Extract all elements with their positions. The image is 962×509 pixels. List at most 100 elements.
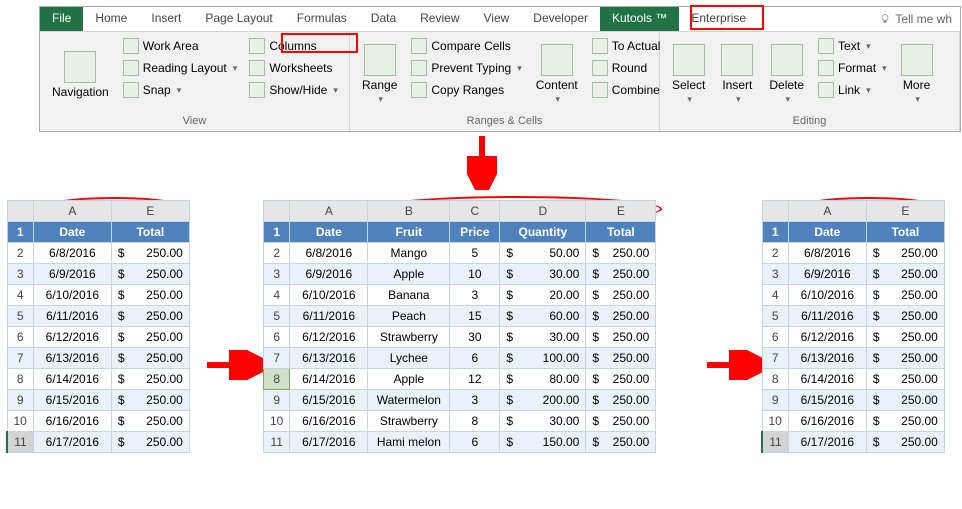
cell-total[interactable]: $250.00 [111,348,189,369]
cell-date[interactable]: 6/15/2016 [788,390,866,411]
row-header[interactable]: 1 [264,222,290,243]
round-button[interactable]: Round [588,58,665,78]
cell-total[interactable]: $250.00 [866,411,944,432]
row-header[interactable]: 5 [7,306,33,327]
cell-date[interactable]: 6/12/2016 [290,327,368,348]
cell-date[interactable]: 6/10/2016 [788,285,866,306]
row-header[interactable]: 10 [264,411,290,432]
snap-button[interactable]: Snap▾ [119,80,242,100]
cell-fruit[interactable]: Strawberry [368,411,450,432]
cell-date[interactable]: 6/14/2016 [788,369,866,390]
col-header-e[interactable]: E [586,201,656,222]
worksheets-button[interactable]: Worksheets [245,58,342,78]
col-header-e[interactable]: E [111,201,189,222]
cell-price[interactable]: 8 [450,411,500,432]
cell-qty[interactable]: $20.00 [500,285,586,306]
cell-date[interactable]: 6/13/2016 [290,348,368,369]
row-header[interactable]: 11 [762,432,788,453]
delete-button[interactable]: Delete▾ [763,36,810,113]
col-header-b[interactable]: B [368,201,450,222]
cell-date[interactable]: 6/8/2016 [788,243,866,264]
cell-date[interactable]: 6/9/2016 [33,264,111,285]
cell-total[interactable]: $250.00 [586,327,656,348]
row-header[interactable]: 8 [762,369,788,390]
col-header-c[interactable]: C [450,201,500,222]
select-all[interactable] [264,201,290,222]
prevent-typing-button[interactable]: Prevent Typing▾ [407,58,525,78]
cell-qty[interactable]: $50.00 [500,243,586,264]
row-header[interactable]: 3 [762,264,788,285]
content-button[interactable]: Content▾ [530,36,584,113]
row-header[interactable]: 11 [7,432,33,453]
to-actual-button[interactable]: To Actual [588,36,665,56]
cell-total[interactable]: $250.00 [111,264,189,285]
cell-total[interactable]: $250.00 [111,390,189,411]
cell-price[interactable]: 30 [450,327,500,348]
cell-date[interactable]: 6/8/2016 [290,243,368,264]
tab-data[interactable]: Data [359,7,408,31]
cell-qty[interactable]: $30.00 [500,411,586,432]
insert-button[interactable]: Insert▾ [715,36,759,113]
cell-price[interactable]: 12 [450,369,500,390]
cell-date[interactable]: 6/9/2016 [290,264,368,285]
cell-total[interactable]: $250.00 [586,369,656,390]
row-header[interactable]: 8 [7,369,33,390]
select-all[interactable] [7,201,33,222]
cell-qty[interactable]: $100.00 [500,348,586,369]
cell-total[interactable]: $250.00 [866,264,944,285]
cell-qty[interactable]: $30.00 [500,264,586,285]
row-header[interactable]: 4 [264,285,290,306]
row-header[interactable]: 6 [7,327,33,348]
cell-fruit[interactable]: Peach [368,306,450,327]
cell-total[interactable]: $250.00 [111,306,189,327]
cell-date[interactable]: 6/10/2016 [290,285,368,306]
cell-date[interactable]: 6/16/2016 [788,411,866,432]
columns-button[interactable]: Columns [245,36,342,56]
select-all[interactable] [762,201,788,222]
row-header[interactable]: 6 [762,327,788,348]
cell-date[interactable]: 6/8/2016 [33,243,111,264]
tab-file[interactable]: File [40,7,83,31]
cell-total[interactable]: $250.00 [586,411,656,432]
cell-date[interactable]: 6/15/2016 [33,390,111,411]
cell-qty[interactable]: $80.00 [500,369,586,390]
cell-total[interactable]: $250.00 [586,264,656,285]
cell-price[interactable]: 6 [450,432,500,453]
range-button[interactable]: Range▾ [356,36,403,113]
cell-total[interactable]: $250.00 [586,390,656,411]
row-header[interactable]: 5 [264,306,290,327]
cell-date[interactable]: 6/17/2016 [290,432,368,453]
cell-fruit[interactable]: Apple [368,369,450,390]
col-header-d[interactable]: D [500,201,586,222]
cell-total[interactable]: $250.00 [866,327,944,348]
row-header[interactable]: 7 [7,348,33,369]
work-area-button[interactable]: Work Area [119,36,242,56]
tab-review[interactable]: Review [408,7,471,31]
cell-total[interactable]: $250.00 [866,243,944,264]
cell-date[interactable]: 6/16/2016 [33,411,111,432]
row-header[interactable]: 3 [264,264,290,285]
row-header[interactable]: 2 [7,243,33,264]
cell-date[interactable]: 6/14/2016 [33,369,111,390]
cell-fruit[interactable]: Watermelon [368,390,450,411]
tab-developer[interactable]: Developer [521,7,600,31]
cell-total[interactable]: $250.00 [111,432,189,453]
cell-date[interactable]: 6/10/2016 [33,285,111,306]
reading-layout-button[interactable]: Reading Layout▾ [119,58,242,78]
cell-total[interactable]: $250.00 [866,432,944,453]
cell-total[interactable]: $250.00 [866,390,944,411]
cell-total[interactable]: $250.00 [111,285,189,306]
tab-kutools[interactable]: Kutools ™ [600,7,679,31]
row-header[interactable]: 11 [264,432,290,453]
cell-price[interactable]: 10 [450,264,500,285]
row-header[interactable]: 4 [762,285,788,306]
cell-date[interactable]: 6/14/2016 [290,369,368,390]
col-header-a[interactable]: A [33,201,111,222]
tab-insert[interactable]: Insert [139,7,193,31]
cell-total[interactable]: $250.00 [866,369,944,390]
cell-total[interactable]: $250.00 [866,285,944,306]
cell-date[interactable]: 6/12/2016 [788,327,866,348]
cell-fruit[interactable]: Lychee [368,348,450,369]
row-header[interactable]: 9 [7,390,33,411]
cell-total[interactable]: $250.00 [111,327,189,348]
